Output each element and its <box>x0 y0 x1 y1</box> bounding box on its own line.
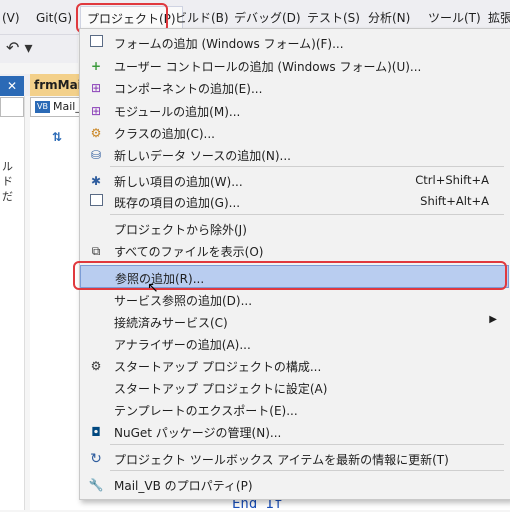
add-data-source-icon: ⛁ <box>90 148 102 162</box>
add-reference-highlight <box>73 261 507 290</box>
new-item-icon: ✱ <box>90 174 102 188</box>
menu-item-set-startup[interactable]: スタートアップ プロジェクトに設定(A) <box>80 376 509 399</box>
menu-item-existing-item[interactable]: 既存の項目の追加(G)... Shift+Alt+A <box>80 190 509 213</box>
menu-item-add-module[interactable]: ⊞ モジュールの追加(M)... <box>80 99 509 122</box>
menu-separator <box>110 166 504 167</box>
menu-item-label: アナライザーの追加(A)... <box>114 338 251 352</box>
pane-dropdown[interactable] <box>0 97 24 117</box>
undo-icon[interactable]: ↶ ▾ <box>6 38 33 57</box>
menu-item-label: 新しい項目の追加(W)... <box>114 175 243 189</box>
add-user-control-icon: + <box>90 59 102 73</box>
menu-item-shortcut: Shift+Alt+A <box>420 194 489 208</box>
menu-git[interactable]: Git(G) <box>36 8 72 28</box>
menu-analyze[interactable]: 分析(N) <box>368 8 410 28</box>
close-icon[interactable]: ✕ <box>0 76 24 96</box>
menu-item-refresh-toolbox[interactable]: ↻ プロジェクト ツールボックス アイテムを最新の情報に更新(T) <box>80 447 509 470</box>
menu-item-properties[interactable]: 🔧 Mail_VB のプロパティ(P) <box>80 473 509 496</box>
menu-item-label: 既存の項目の追加(G)... <box>114 196 241 210</box>
menu-view[interactable]: (V) <box>2 8 20 28</box>
submenu-arrow-icon: ▶ <box>489 314 497 325</box>
menu-item-label: プロジェクト ツールボックス アイテムを最新の情報に更新(T) <box>114 453 449 467</box>
menu-item-export-template[interactable]: テンプレートのエクスポート(E)... <box>80 398 509 421</box>
menu-item-label: サービス参照の追加(D)... <box>114 294 253 308</box>
left-pane-text: ル <box>2 160 13 173</box>
menu-item-label: スタートアップ プロジェクトの構成... <box>114 360 322 374</box>
menu-item-new-item[interactable]: ✱ 新しい項目の追加(W)... Ctrl+Shift+A <box>80 169 509 192</box>
menu-separator <box>110 214 504 215</box>
menu-item-add-service-reference[interactable]: サービス参照の追加(D)... <box>80 288 509 311</box>
menu-item-add-component[interactable]: ⊞ コンポーネントの追加(E)... <box>80 76 509 99</box>
wrench-icon: 🔧 <box>88 478 104 492</box>
menu-item-add-class[interactable]: ⚙ クラスの追加(C)... <box>80 121 509 144</box>
menu-extensions[interactable]: 拡張 <box>488 8 510 28</box>
menu-item-nuget[interactable]: ◘ NuGet パッケージの管理(N)... <box>80 420 509 443</box>
gear-icon: ⚙ <box>90 359 102 373</box>
menu-item-label: ユーザー コントロールの追加 (Windows フォーム)(U)... <box>114 60 422 74</box>
menu-item-label: テンプレートのエクスポート(E)... <box>114 404 298 418</box>
menu-item-label: すべてのファイルを表示(O) <box>114 245 264 259</box>
vb-badge: VB <box>35 101 50 113</box>
menu-item-label: クラスの追加(C)... <box>114 127 215 141</box>
tab-frmmain[interactable]: frmMain <box>30 74 90 96</box>
menu-item-add-form[interactable]: フォームの追加 (Windows フォーム)(F)... <box>80 31 509 54</box>
menu-separator <box>110 470 504 471</box>
menu-separator <box>110 444 504 445</box>
menu-item-add-data-source[interactable]: ⛁ 新しいデータ ソースの追加(N)... <box>80 143 509 166</box>
menu-item-label: スタートアップ プロジェクトに設定(A) <box>114 382 328 396</box>
menu-item-label: フォームの追加 (Windows フォーム)(F)... <box>114 37 344 51</box>
menu-item-label: プロジェクトから除外(J) <box>114 223 247 237</box>
menu-item-label: NuGet パッケージの管理(N)... <box>114 426 282 440</box>
nuget-icon: ◘ <box>91 425 101 439</box>
add-class-icon: ⚙ <box>90 126 102 140</box>
left-pane-text: だ <box>2 190 13 203</box>
mouse-cursor-icon: ↖ <box>147 280 159 296</box>
vb-project-dropdown[interactable]: VB Mail_ <box>30 97 82 117</box>
vb-dropdown-label: Mail_ <box>52 100 81 113</box>
solution-pane: ル ド だ <box>0 96 25 510</box>
sort-icon[interactable]: ⇅ <box>52 130 62 144</box>
menu-item-label: Mail_VB のプロパティ(P) <box>114 479 253 493</box>
add-component-icon: ⊞ <box>90 81 102 95</box>
menu-item-add-user-control[interactable]: + ユーザー コントロールの追加 (Windows フォーム)(U)... <box>80 54 509 77</box>
menu-item-label: モジュールの追加(M)... <box>114 105 241 119</box>
menu-item-label: コンポーネントの追加(E)... <box>114 82 263 96</box>
menu-tools[interactable]: ツール(T) <box>428 8 481 28</box>
add-module-icon: ⊞ <box>90 104 102 118</box>
left-pane-text: ド <box>2 175 13 188</box>
show-all-files-icon: ⧉ <box>91 244 101 258</box>
add-form-icon <box>88 35 104 51</box>
menu-debug[interactable]: デバッグ(D) <box>234 8 301 28</box>
menu-item-label: 新しいデータ ソースの追加(N)... <box>114 149 291 163</box>
menu-item-exclude-from-project[interactable]: プロジェクトから除外(J) <box>80 217 509 240</box>
menu-item-shortcut: Ctrl+Shift+A <box>415 173 489 187</box>
existing-item-icon <box>88 194 104 210</box>
menu-item-add-analyzer[interactable]: アナライザーの追加(A)... <box>80 332 509 355</box>
menu-item-label: 接続済みサービス(C) <box>114 316 228 330</box>
menu-build[interactable]: ビルド(B) <box>175 8 229 28</box>
menu-item-show-all-files[interactable]: ⧉ すべてのファイルを表示(O) <box>80 239 509 262</box>
menu-item-configure-startup[interactable]: ⚙ スタートアップ プロジェクトの構成... <box>80 354 509 377</box>
refresh-icon: ↻ <box>90 451 102 467</box>
menu-test[interactable]: テスト(S) <box>307 8 360 28</box>
menu-item-connected-services[interactable]: 接続済みサービス(C) ▶ <box>80 310 509 333</box>
